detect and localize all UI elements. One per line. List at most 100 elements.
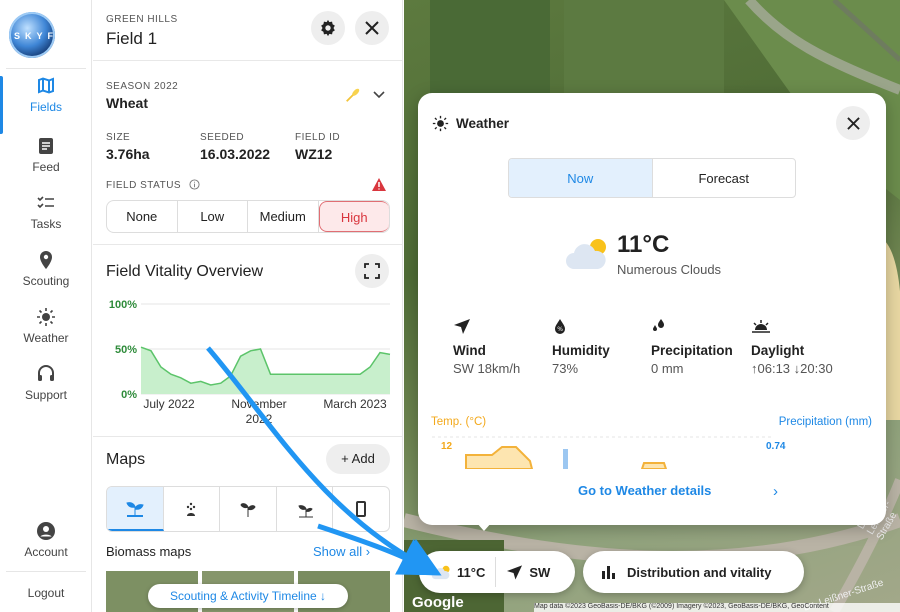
- map-attribution[interactable]: Map data ©2023 GeoBasis-DE/BKG (©2009) I…: [534, 603, 900, 612]
- field-panel: GREEN HILLS Field 1 SEASON 2022 Wheat SI…: [93, 0, 403, 612]
- nav-item-feed[interactable]: Feed: [0, 136, 92, 190]
- close-panel-button[interactable]: [355, 11, 389, 45]
- y-tick-label: 50%: [115, 344, 137, 356]
- pill-temperature: 11°C: [457, 564, 486, 580]
- biomass-maps-label: Biomass maps: [106, 544, 192, 559]
- daylight-label: Daylight: [751, 343, 805, 358]
- nav-divider: [6, 68, 86, 69]
- nav-label: Support: [24, 388, 68, 402]
- expand-chart-button[interactable]: [355, 254, 389, 288]
- x-tick-label: March 2023: [323, 397, 387, 411]
- size-label: SIZE: [106, 132, 131, 143]
- humidity-icon: %: [555, 319, 565, 334]
- weather-details-link[interactable]: Go to Weather details: [578, 483, 711, 498]
- svg-text:%: %: [557, 326, 563, 333]
- sunrise-icon: [752, 320, 770, 333]
- chart-x-axis: July 2022 November2022 March 2023: [143, 397, 387, 426]
- wind-stat: Wind SW 18km/h: [453, 318, 520, 376]
- y-tick-label: 0%: [121, 389, 137, 401]
- tab-forecast[interactable]: Forecast: [653, 159, 796, 197]
- distribution-vitality-button[interactable]: Distribution and vitality: [583, 551, 804, 593]
- weather-tabs: Now Forecast: [508, 158, 796, 198]
- map-tab-seeding[interactable]: [164, 487, 221, 531]
- x-tick-label: November: [231, 397, 286, 411]
- seeding-icon: [187, 502, 196, 516]
- weather-pill[interactable]: 11°C SW: [419, 551, 575, 593]
- nav-label: Scouting: [22, 274, 70, 288]
- weather-popup: Weather Now Forecast 11°C Numerous Cloud…: [418, 93, 886, 525]
- nav-label: Tasks: [30, 217, 62, 231]
- show-all-label: Show all: [313, 544, 363, 559]
- size-value: 3.76ha: [106, 146, 150, 162]
- status-option-medium[interactable]: Medium: [248, 201, 319, 232]
- settings-button[interactable]: [311, 11, 345, 45]
- maps-title: Maps: [106, 451, 146, 468]
- chart-y-axis: 100% 50% 0%: [109, 299, 137, 401]
- nav-item-support[interactable]: Support: [0, 364, 92, 418]
- humidity-stat: % Humidity 73%: [552, 318, 610, 376]
- show-all-link[interactable]: Show all ›: [313, 544, 370, 559]
- nav-item-weather[interactable]: Weather: [0, 307, 92, 361]
- headset-icon: [38, 365, 54, 381]
- nav-label: Account: [24, 545, 68, 559]
- precipitation-value: 0 mm: [651, 361, 684, 376]
- weather-title: Weather: [456, 116, 510, 131]
- field-title: Field 1: [106, 29, 158, 48]
- field-id-value: WZ12: [295, 146, 333, 162]
- add-map-button[interactable]: + Add: [326, 444, 390, 474]
- account-icon: [37, 522, 55, 540]
- season-label: SEASON 2022: [106, 81, 179, 92]
- status-option-low[interactable]: Low: [178, 201, 248, 232]
- timeline-button[interactable]: Scouting & Activity Timeline ↓: [148, 584, 348, 608]
- map-tab-yield[interactable]: [277, 487, 334, 531]
- info-icon[interactable]: [189, 179, 200, 190]
- gear-icon: [321, 19, 335, 37]
- vitality-title: Field Vitality Overview: [106, 263, 264, 280]
- nav-item-account[interactable]: Account: [0, 521, 92, 575]
- map-type-tabs: [106, 486, 390, 532]
- sun-icon: [432, 115, 449, 132]
- close-icon: [846, 116, 860, 130]
- partly-cloudy-icon: [431, 565, 450, 580]
- map-tab-biomass[interactable]: [107, 487, 164, 531]
- chevron-right-icon[interactable]: ›: [773, 483, 778, 500]
- nav-item-tasks[interactable]: Tasks: [0, 193, 92, 247]
- wind-direction-icon: [507, 565, 523, 580]
- sun-icon: [37, 308, 55, 326]
- sprout-icon: [126, 502, 144, 517]
- nav-label: Fields: [29, 100, 62, 114]
- logout-link[interactable]: Logout: [0, 586, 92, 606]
- plants-icon: [240, 503, 256, 517]
- pill-wind-direction: SW: [529, 564, 551, 580]
- precipitation-label: Precipitation: [651, 343, 733, 358]
- close-weather-button[interactable]: [836, 106, 870, 140]
- map-tab-plants[interactable]: [220, 487, 277, 531]
- field-status-selector: None Low Medium High: [106, 200, 390, 233]
- x-tick-label: 2022: [246, 412, 273, 426]
- x-tick-label: July 2022: [143, 397, 195, 411]
- nav-label: Weather: [23, 331, 69, 345]
- nav-item-scouting[interactable]: Scouting: [0, 250, 92, 304]
- section-divider: [93, 60, 402, 61]
- chevron-down-icon[interactable]: [373, 90, 385, 100]
- plus-icon: +: [341, 451, 349, 466]
- wheat-icon: [346, 88, 360, 102]
- distribution-label: Distribution and vitality: [627, 564, 772, 580]
- temp-axis-label: Temp. (°C): [431, 416, 487, 428]
- crop-icon: [297, 505, 313, 518]
- tab-now[interactable]: Now: [509, 159, 653, 197]
- daylight-value: ↑06:13 ↓20:30: [751, 361, 833, 376]
- nav-item-fields[interactable]: Fields: [0, 76, 92, 134]
- timeline-label: Scouting & Activity Timeline: [169, 589, 317, 603]
- humidity-value: 73%: [552, 361, 579, 376]
- field-id-label: FIELD ID: [295, 132, 341, 143]
- wind-value: SW 18km/h: [453, 361, 521, 376]
- map-tab-soil[interactable]: [333, 487, 389, 531]
- seeded-label: SEEDED: [200, 132, 245, 143]
- app-logo-text: SKYFLD: [14, 31, 80, 41]
- y-tick-label: 100%: [109, 299, 137, 311]
- daylight-stat: Daylight ↑06:13 ↓20:30: [751, 318, 833, 376]
- status-option-high[interactable]: High: [318, 201, 389, 232]
- precipitation-axis-label: Precipitation (mm): [778, 416, 872, 428]
- status-option-none[interactable]: None: [107, 201, 178, 232]
